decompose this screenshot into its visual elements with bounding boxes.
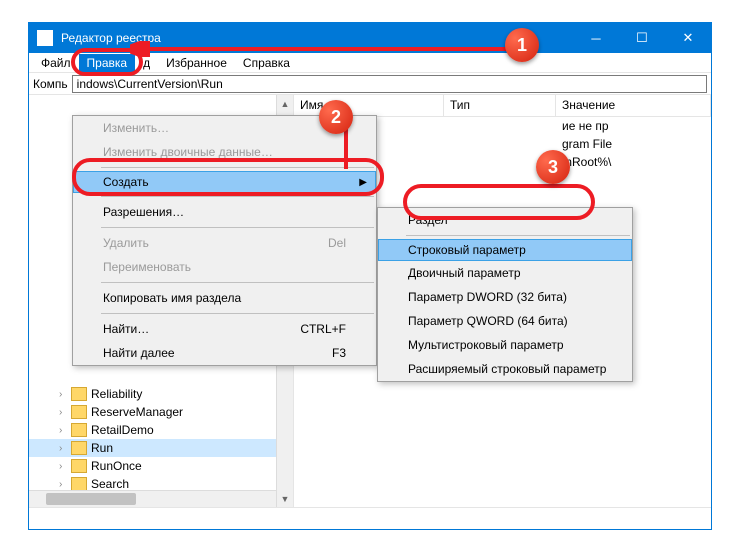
menu-new-expand[interactable]: Расширяемый строковый параметр [378, 357, 632, 381]
tree-item-run[interactable]: › Run [29, 439, 293, 457]
statusbar [29, 507, 711, 529]
menu-help[interactable]: Справка [235, 54, 298, 72]
menu-find-next[interactable]: Найти далееF3 [73, 341, 376, 365]
column-value[interactable]: Значение [556, 95, 711, 116]
edit-dropdown: Изменить… Изменить двоичные данные… Созд… [72, 115, 377, 366]
menu-new-dword[interactable]: Параметр DWORD (32 бита) [378, 285, 632, 309]
chevron-right-icon: › [59, 425, 71, 436]
menu-new-key[interactable]: Раздел [378, 208, 632, 232]
window-title: Редактор реестра [61, 31, 573, 45]
minimize-button[interactable]: ─ [573, 23, 619, 53]
folder-icon [71, 423, 87, 437]
menu-view[interactable]: д [135, 54, 158, 72]
scroll-thumb-h[interactable] [46, 493, 136, 505]
menubar: Файл Правка д Избранное Справка [29, 53, 711, 73]
close-button[interactable]: ✕ [665, 23, 711, 53]
menu-new[interactable]: Создать▶ [73, 171, 376, 193]
address-input[interactable] [72, 75, 707, 93]
folder-icon [71, 405, 87, 419]
chevron-right-icon: › [59, 443, 71, 454]
titlebar[interactable]: Редактор реестра ─ ☐ ✕ [29, 23, 711, 53]
menu-favorites[interactable]: Избранное [158, 54, 235, 72]
scroll-down-icon[interactable]: ▼ [277, 490, 293, 507]
menu-new-string[interactable]: Строковый параметр [378, 239, 632, 261]
menu-permissions[interactable]: Разрешения… [73, 200, 376, 224]
chevron-right-icon: › [59, 389, 71, 400]
menu-edit[interactable]: Правка [79, 54, 136, 72]
column-name[interactable]: Имя [294, 95, 444, 116]
menu-new-qword[interactable]: Параметр QWORD (64 бита) [378, 309, 632, 333]
address-label: Компь [33, 77, 72, 91]
tree-label: Search [91, 477, 129, 491]
folder-icon [71, 441, 87, 455]
list-header: Имя Тип Значение [294, 95, 711, 117]
scroll-up-icon[interactable]: ▲ [277, 95, 293, 112]
chevron-right-icon: › [59, 479, 71, 490]
menu-delete[interactable]: УдалитьDel [73, 231, 376, 255]
menu-new-binary[interactable]: Двоичный параметр [378, 261, 632, 285]
new-submenu: Раздел Строковый параметр Двоичный парам… [377, 207, 633, 382]
address-bar: Компь [29, 73, 711, 95]
annotation-badge-1: 1 [505, 28, 539, 62]
menu-new-multi[interactable]: Мультистроковый параметр [378, 333, 632, 357]
tree-label: Reliability [91, 387, 142, 401]
content-area: › Reliability › ReserveManager › RetailDemo › R… [29, 95, 711, 507]
chevron-right-icon: › [59, 461, 71, 472]
annotation-badge-3: 3 [536, 150, 570, 184]
registry-editor-window: Редактор реестра ─ ☐ ✕ Файл Правка д Изб… [28, 22, 712, 530]
menu-rename[interactable]: Переименовать [73, 255, 376, 279]
tree-item-runonce[interactable]: › RunOnce [29, 457, 293, 475]
column-type[interactable]: Тип [444, 95, 556, 116]
folder-icon [71, 477, 87, 491]
menu-file[interactable]: Файл [33, 54, 79, 72]
tree-scrollbar-h[interactable] [29, 490, 276, 507]
menu-find[interactable]: Найти…CTRL+F [73, 317, 376, 341]
chevron-right-icon: › [59, 407, 71, 418]
submenu-arrow-icon: ▶ [359, 177, 367, 188]
tree-label: RunOnce [91, 459, 142, 473]
tree-label: ReserveManager [91, 405, 183, 419]
maximize-button[interactable]: ☐ [619, 23, 665, 53]
tree-label: RetailDemo [91, 423, 154, 437]
tree-item-retaildemo[interactable]: › RetailDemo [29, 421, 293, 439]
menu-copy-key[interactable]: Копировать имя раздела [73, 286, 376, 310]
menu-modify-binary[interactable]: Изменить двоичные данные… [73, 140, 376, 164]
annotation-badge-2: 2 [319, 100, 353, 134]
tree-item-reliability[interactable]: › Reliability [29, 385, 293, 403]
folder-icon [71, 387, 87, 401]
tree-item-reservemanager[interactable]: › ReserveManager [29, 403, 293, 421]
app-icon [37, 30, 53, 46]
folder-icon [71, 459, 87, 473]
tree-label: Run [91, 441, 113, 455]
